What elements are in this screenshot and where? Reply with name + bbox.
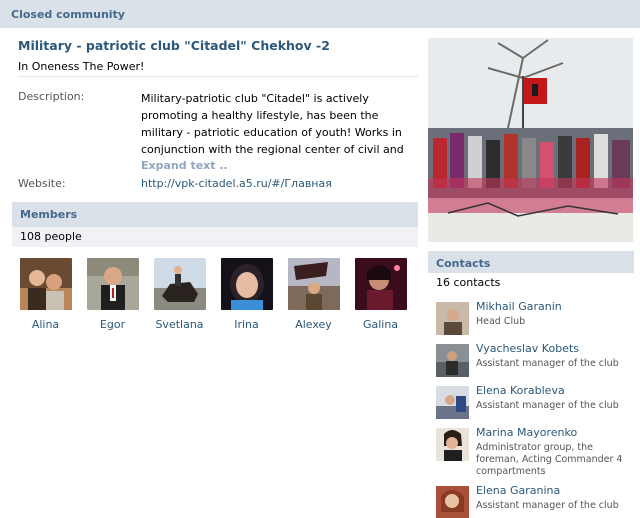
contact-photo-icon[interactable] xyxy=(436,428,469,461)
member-photo-icon[interactable] xyxy=(287,258,340,310)
contact-item[interactable]: Mikhail Garanin Head Club xyxy=(436,300,634,344)
contact-photo-icon[interactable] xyxy=(436,344,469,377)
contact-name[interactable]: Vyacheslav Kobets xyxy=(476,342,579,355)
members-count: 108 people xyxy=(20,230,82,243)
group-photo[interactable] xyxy=(428,38,633,242)
member-item[interactable]: Egor xyxy=(79,258,146,331)
members-title: Members xyxy=(20,208,78,221)
member-name[interactable]: Egor xyxy=(79,318,146,331)
contacts-count: 16 contacts xyxy=(436,276,501,289)
contact-item[interactable]: Marina Mayorenko Administrator group, th… xyxy=(436,426,634,478)
contact-name[interactable]: Elena Garanina xyxy=(476,484,560,497)
member-name[interactable]: Irina xyxy=(213,318,280,331)
member-photo-icon[interactable] xyxy=(19,258,72,310)
divider xyxy=(18,76,418,77)
members-list: Alina Egor Svetlana Irina Alexey Galina xyxy=(12,258,418,338)
contact-photo-icon[interactable] xyxy=(436,486,469,518)
member-item[interactable]: Svetlana xyxy=(146,258,213,331)
contact-role: Head Club xyxy=(476,316,526,327)
member-name[interactable]: Alexey xyxy=(280,318,347,331)
description-text: Military-patriotic club "Citadel" is act… xyxy=(141,92,404,156)
contact-item[interactable]: Elena Garanina Assistant manager of the … xyxy=(436,484,634,518)
expand-text-link[interactable]: Expand text .. xyxy=(141,159,228,172)
member-item[interactable]: Irina xyxy=(213,258,280,331)
contacts-count-bar: 16 contacts xyxy=(428,273,634,293)
community-type-label: Closed community xyxy=(11,8,125,21)
contact-item[interactable]: Vyacheslav Kobets Assistant manager of t… xyxy=(436,342,634,386)
member-photo-icon[interactable] xyxy=(86,258,139,310)
contact-item[interactable]: Elena Korableva Assistant manager of the… xyxy=(436,384,634,428)
contact-name[interactable]: Elena Korableva xyxy=(476,384,565,397)
contact-role: Assistant manager of the club xyxy=(476,400,619,411)
member-name[interactable]: Svetlana xyxy=(146,318,213,331)
contact-name[interactable]: Mikhail Garanin xyxy=(476,300,562,313)
contact-role: Assistant manager of the club xyxy=(476,358,619,369)
contact-role: Administrator group, the foreman, Acting… xyxy=(476,442,623,477)
member-item[interactable]: Galina xyxy=(347,258,414,331)
member-name[interactable]: Alina xyxy=(12,318,79,331)
contact-role: Assistant manager of the club xyxy=(476,500,619,511)
member-photo-icon[interactable] xyxy=(153,258,206,310)
contact-name[interactable]: Marina Mayorenko xyxy=(476,426,577,439)
member-name[interactable]: Galina xyxy=(347,318,414,331)
member-photo-icon[interactable] xyxy=(354,258,407,310)
members-header[interactable]: Members xyxy=(12,202,418,227)
group-status: In Oneness The Power! xyxy=(18,60,145,73)
website-label: Website: xyxy=(18,177,66,190)
group-title: Military - patriotic club "Citadel" Chek… xyxy=(18,38,330,53)
member-item[interactable]: Alexey xyxy=(280,258,347,331)
website-link[interactable]: http://vpk-citadel.a5.ru/#/Главная xyxy=(141,177,332,190)
contact-photo-icon[interactable] xyxy=(436,386,469,419)
contacts-title: Contacts xyxy=(436,257,491,270)
community-type-bar: Closed community xyxy=(0,0,640,28)
members-count-bar: 108 people xyxy=(12,227,418,247)
description-label: Description: xyxy=(18,90,85,103)
member-photo-icon[interactable] xyxy=(220,258,273,310)
contact-photo-icon[interactable] xyxy=(436,302,469,335)
member-item[interactable]: Alina xyxy=(12,258,79,331)
